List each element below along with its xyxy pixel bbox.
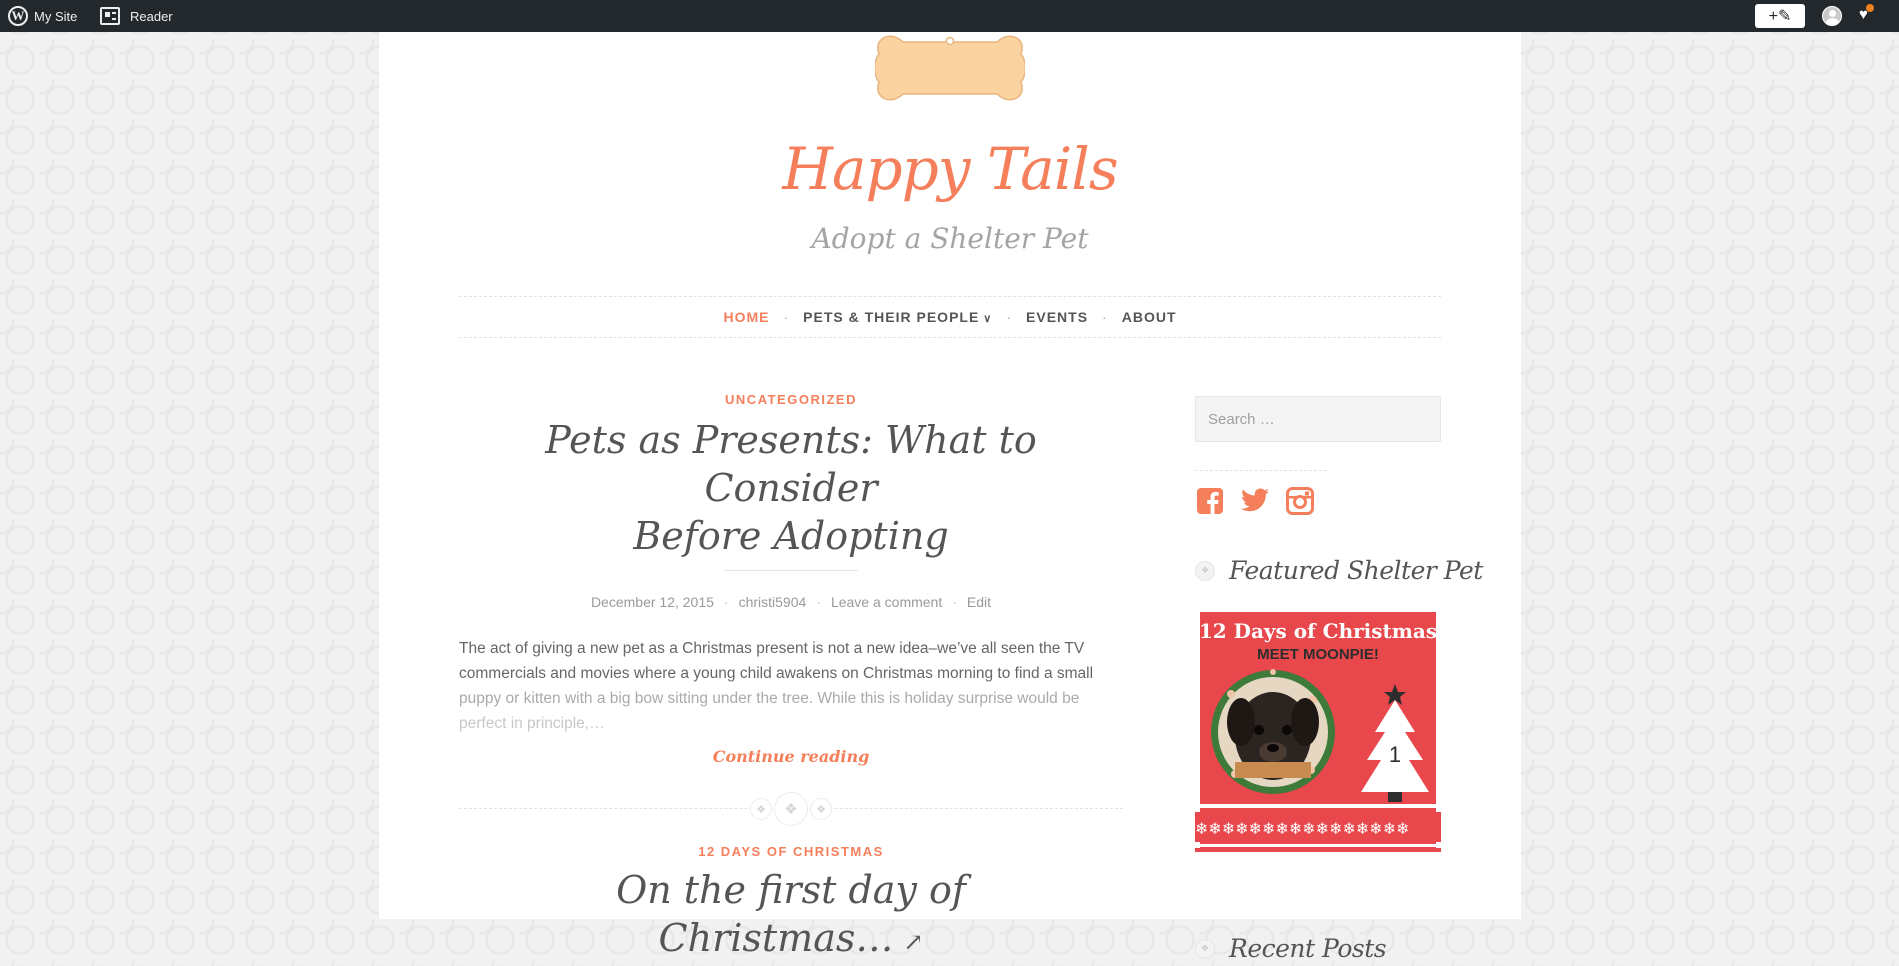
- wordpress-logo-icon: W: [8, 6, 28, 26]
- nav-about[interactable]: ABOUT: [1122, 309, 1177, 325]
- search-input[interactable]: [1195, 396, 1441, 442]
- featured-image-heading: 12 Days of Christmas: [1199, 619, 1437, 643]
- sidebar-divider: [1195, 470, 1327, 471]
- excerpt-line: commercials and movies where a young chi…: [459, 665, 1094, 682]
- site-tagline: Adopt a Shelter Pet: [811, 222, 1089, 255]
- my-site-link[interactable]: W My Site: [8, 0, 77, 32]
- page-container: Happy Tails Adopt a Shelter Pet HOME · P…: [379, 32, 1521, 963]
- write-button[interactable]: +✎: [1755, 4, 1805, 28]
- nav-separator: ·: [783, 309, 790, 325]
- nav-pets-label: PETS & THEIR PEOPLE: [803, 309, 980, 325]
- post-category[interactable]: UNCATEGORIZED: [459, 392, 1123, 407]
- admin-bar: W My Site Reader +✎ ♥: [0, 0, 1899, 32]
- reader-icon: [100, 7, 120, 25]
- featured-image-number: 1: [1389, 742, 1401, 767]
- social-links: [1195, 486, 1315, 516]
- paw-divider-ornament: ❖ ❖ ❖: [459, 792, 1123, 826]
- paw-print-icon: ❖: [810, 798, 832, 820]
- chevron-down-icon: ∨: [983, 313, 993, 325]
- post-date[interactable]: December 12, 2015: [591, 594, 714, 610]
- twitter-icon[interactable]: [1240, 486, 1270, 516]
- reader-link[interactable]: Reader: [100, 0, 173, 32]
- post-title-line-2: Before Adopting: [633, 514, 949, 558]
- excerpt-line: puppy or kitten with a big bow sitting u…: [459, 690, 1080, 707]
- excerpt-line: The act of giving a new pet as a Christm…: [459, 640, 1085, 657]
- reader-label: Reader: [130, 8, 173, 24]
- post-title[interactable]: Pets as Presents: What to Consider Befor…: [499, 416, 1083, 560]
- edit-link[interactable]: Edit: [967, 594, 991, 610]
- nav-events[interactable]: EVENTS: [1026, 309, 1088, 325]
- recent-posts-widget-title: Recent Posts: [1229, 934, 1387, 963]
- excerpt-line: perfect in principle,…: [459, 715, 605, 732]
- post-excerpt: The act of giving a new pet as a Christm…: [459, 636, 1123, 736]
- post-title[interactable]: On the first day of Christmas… ↗: [499, 866, 1083, 966]
- title-divider: [724, 570, 858, 571]
- paw-print-icon: ❖: [1195, 938, 1215, 959]
- featured-widget-header: ❖ Featured Shelter Pet: [1195, 556, 1483, 585]
- post-meta: December 12, 2015 · christi5904 · Leave a co…: [590, 594, 992, 610]
- paw-print-icon: ❖: [774, 792, 808, 826]
- avatar-icon[interactable]: [1822, 6, 1842, 26]
- nav-home[interactable]: HOME: [723, 309, 769, 325]
- post-author[interactable]: christi5904: [739, 594, 807, 610]
- main-navigation: HOME · PETS & THEIR PEOPLE ∨ · EVENTS · A…: [459, 296, 1441, 338]
- leave-comment-link[interactable]: Leave a comment: [831, 594, 942, 610]
- featured-pet-image[interactable]: 12 Days of Christmas MEET MOONPIE! 1 ❄❄❄…: [1195, 612, 1441, 852]
- continue-reading-link[interactable]: Continue reading: [459, 747, 1123, 766]
- site-title[interactable]: Happy Tails: [379, 135, 1521, 203]
- nav-pets-and-their-people[interactable]: PETS & THEIR PEOPLE ∨: [803, 309, 992, 325]
- featured-widget-title: Featured Shelter Pet: [1229, 556, 1483, 585]
- featured-image-subheading: MEET MOONPIE!: [1257, 646, 1379, 663]
- nav-separator: ·: [1102, 309, 1108, 325]
- post-title-line-1: Pets as Presents: What to Consider: [545, 418, 1037, 510]
- my-site-label: My Site: [34, 8, 78, 24]
- dog-bone-logo: [875, 35, 1025, 101]
- notification-badge: [1866, 4, 1874, 12]
- recent-posts-widget-header: ❖ Recent Posts: [1195, 934, 1441, 963]
- post-category[interactable]: 12 DAYS OF CHRISTMAS: [459, 844, 1123, 859]
- snowflake-pattern: ❄❄❄❄❄❄❄❄❄❄❄❄❄❄❄❄: [1195, 819, 1410, 838]
- paw-print-icon: ❖: [1195, 560, 1215, 581]
- instagram-icon[interactable]: [1285, 486, 1315, 516]
- nav-separator: ·: [1006, 309, 1013, 325]
- facebook-icon[interactable]: [1195, 486, 1225, 516]
- paw-print-icon: ❖: [750, 798, 772, 820]
- external-link-icon: ↗: [903, 927, 924, 956]
- write-pencil-icon: +✎: [1768, 8, 1792, 25]
